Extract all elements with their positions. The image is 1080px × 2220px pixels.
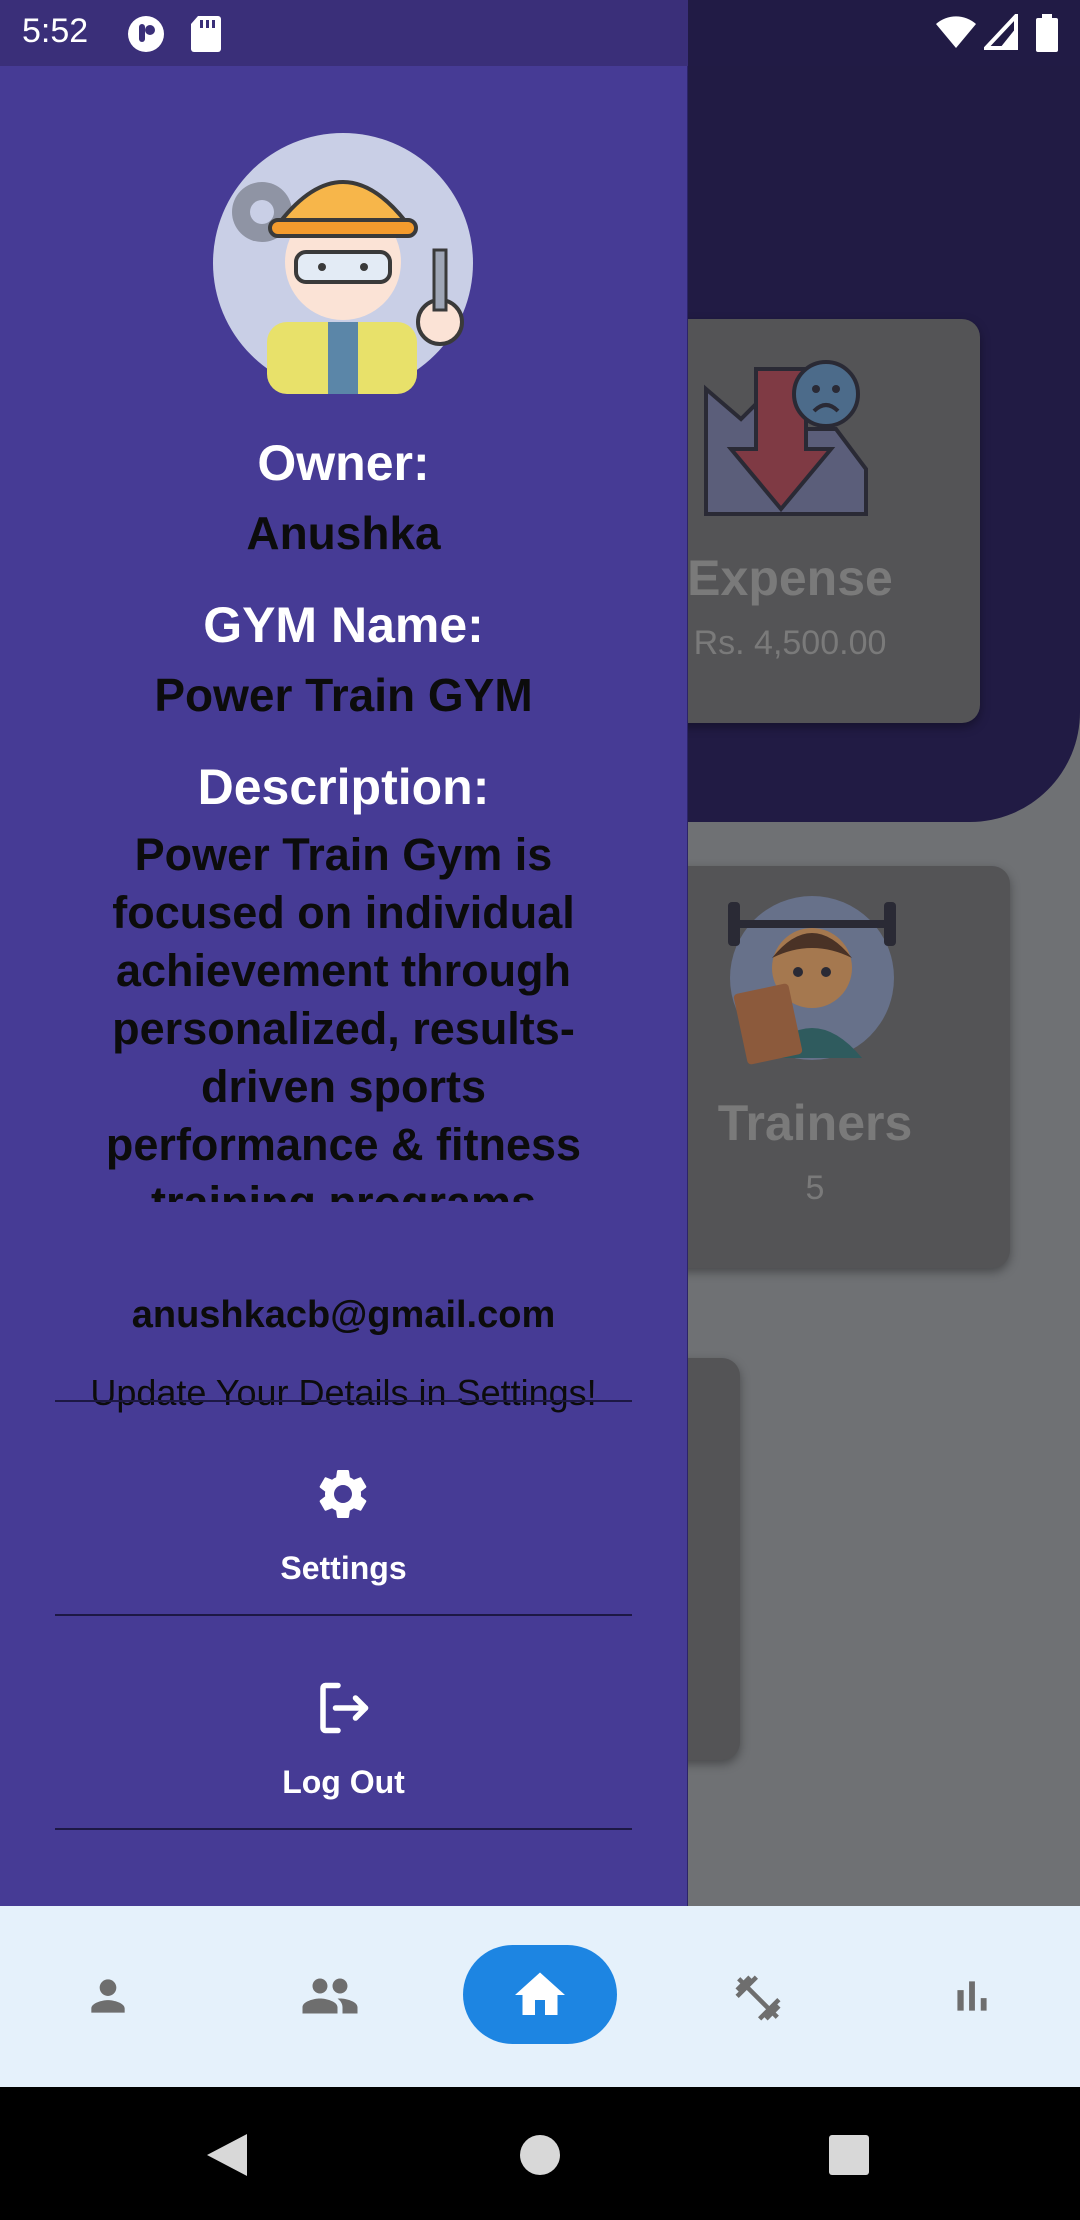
navigation-drawer: Owner: Anushka GYM Name: Power Train GYM… <box>0 66 688 1906</box>
nav-reports[interactable] <box>922 1946 1022 2046</box>
gym-name: Power Train GYM <box>154 669 533 721</box>
settings-label: Settings <box>280 1550 407 1586</box>
description-text: Power Train Gym is focused on individual… <box>105 829 582 1202</box>
nav-home[interactable] <box>463 1945 617 2044</box>
system-navigation-bar <box>0 2087 1080 2220</box>
status-time: 5:52 <box>22 12 89 50</box>
owner-avatar <box>212 132 474 394</box>
owner-name: Anushka <box>246 507 441 559</box>
status-bar: 5:52 <box>0 0 1080 66</box>
logout-label: Log Out <box>282 1764 405 1800</box>
bottom-navigation <box>0 1906 1080 2087</box>
sd-card-icon <box>190 14 222 57</box>
nav-workouts[interactable] <box>706 1946 806 2046</box>
logout-button[interactable]: Log Out <box>55 1616 632 1826</box>
signal-icon <box>981 10 1018 55</box>
battery-icon <box>1036 14 1058 57</box>
logout-icon <box>313 1678 373 1738</box>
settings-button[interactable]: Settings <box>55 1402 632 1612</box>
status-bar-drawer-part <box>0 0 688 66</box>
nav-profile[interactable] <box>58 1946 158 2046</box>
recents-square-icon[interactable] <box>829 2135 869 2180</box>
notification-app-icon <box>126 14 166 59</box>
description-label: Description: <box>197 759 490 815</box>
gym-name-label: GYM Name: <box>203 597 484 653</box>
divider <box>55 1828 632 1830</box>
wifi-icon <box>934 14 978 55</box>
trainer-avatar-icon <box>722 888 902 1073</box>
owner-label: Owner: <box>257 435 430 491</box>
description-box: Power Train Gym is focused on individual… <box>70 826 617 1202</box>
back-icon[interactable] <box>205 2132 249 2183</box>
gear-icon <box>313 1464 373 1524</box>
nav-members[interactable] <box>274 1946 374 2046</box>
expense-down-icon <box>696 349 876 524</box>
owner-email: anushkacb@gmail.com <box>131 1294 556 1336</box>
home-circle-icon[interactable] <box>520 2135 560 2180</box>
